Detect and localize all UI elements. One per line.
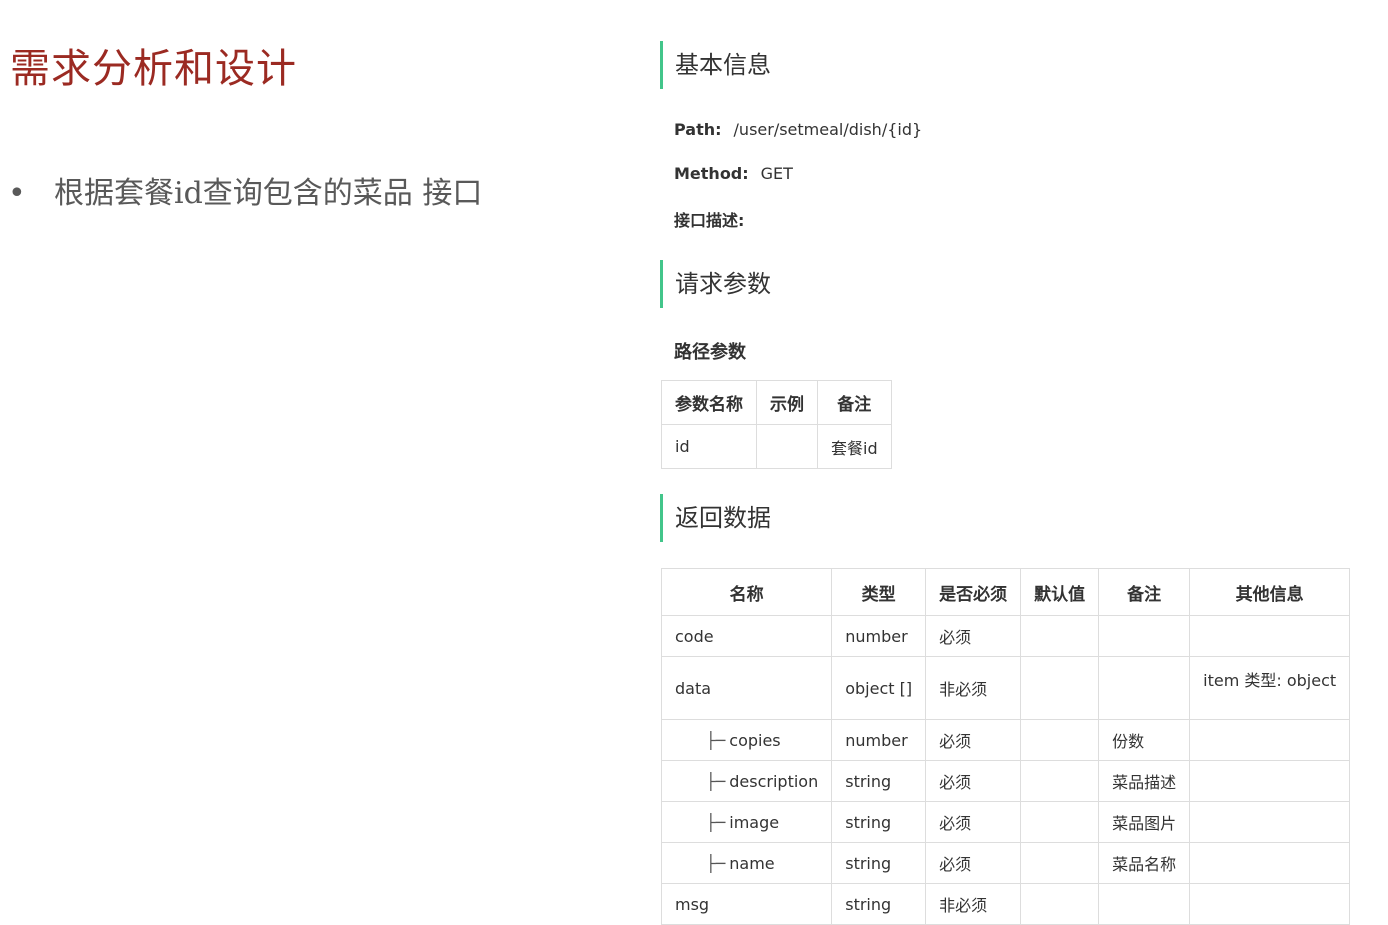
table-cell xyxy=(1098,615,1191,657)
column-header: 示例 xyxy=(756,380,818,425)
table-cell xyxy=(1098,656,1191,720)
table-row: msg string 非必须 xyxy=(660,883,1351,925)
table-cell: id xyxy=(661,424,757,469)
column-header: 备注 xyxy=(817,380,892,425)
table-cell: number xyxy=(831,719,927,761)
table-cell: 非必须 xyxy=(925,883,1022,925)
table-cell: 套餐id xyxy=(817,424,892,469)
table-cell xyxy=(1098,883,1191,925)
table-cell: object [] xyxy=(831,656,927,720)
description-row: 接口描述: xyxy=(674,207,756,231)
description-label: 接口描述: xyxy=(674,211,745,230)
table-row: ├─ copies number 必须 份数 xyxy=(660,719,1351,761)
table-cell: string xyxy=(831,801,927,843)
page-title: 需求分析和设计 xyxy=(10,46,297,92)
table-cell: 必须 xyxy=(925,760,1022,802)
field-name: msg xyxy=(675,894,710,914)
field-name: name xyxy=(729,853,775,873)
field-name: data xyxy=(675,678,712,698)
table-header-row: 名称 类型 是否必须 默认值 备注 其他信息 xyxy=(660,568,1351,616)
table-cell: 菜品图片 xyxy=(1098,801,1191,843)
table-cell xyxy=(1020,656,1100,720)
table-cell: 份数 xyxy=(1098,719,1191,761)
table-cell xyxy=(1189,760,1351,802)
column-header: 名称 xyxy=(660,568,833,616)
bullet-item: • 根据套餐id查询包含的菜品 接口 xyxy=(8,168,482,212)
column-header: 备注 xyxy=(1098,568,1191,616)
table-cell: data xyxy=(660,656,833,720)
table-row: id 套餐id xyxy=(661,424,892,469)
table-cell: item 类型: object xyxy=(1189,656,1351,720)
method-row: Method: GET xyxy=(674,164,793,183)
table-cell: ├─ name xyxy=(660,842,833,884)
table-cell xyxy=(1020,801,1100,843)
table-cell xyxy=(1020,842,1100,884)
response-table: 名称 类型 是否必须 默认值 备注 其他信息 code number 必须 data o… xyxy=(660,568,1351,925)
column-header: 参数名称 xyxy=(661,380,757,425)
table-cell: string xyxy=(831,842,927,884)
table-cell: 必须 xyxy=(925,615,1022,657)
table-cell: ├─ copies xyxy=(660,719,833,761)
field-name: image xyxy=(729,812,780,832)
table-cell xyxy=(756,424,818,469)
table-cell xyxy=(1189,615,1351,657)
table-cell: code xyxy=(660,615,833,657)
tree-branch-icon: ├─ xyxy=(706,771,726,791)
table-cell xyxy=(1020,760,1100,802)
table-cell: string xyxy=(831,760,927,802)
column-header: 是否必须 xyxy=(925,568,1022,616)
table-cell xyxy=(1189,883,1351,925)
table-cell: 必须 xyxy=(925,719,1022,761)
bullet-text: 根据套餐id查询包含的菜品 接口 xyxy=(54,176,483,211)
field-name: description xyxy=(729,771,819,791)
table-cell: 菜品名称 xyxy=(1098,842,1191,884)
table-cell: ├─ description xyxy=(660,760,833,802)
table-cell xyxy=(1189,801,1351,843)
section-response-data: 返回数据 xyxy=(660,494,771,542)
field-name: code xyxy=(675,626,714,646)
column-header: 默认值 xyxy=(1020,568,1100,616)
table-cell: 非必须 xyxy=(925,656,1022,720)
table-cell: 必须 xyxy=(925,801,1022,843)
table-cell xyxy=(1020,615,1100,657)
field-name: copies xyxy=(729,730,781,750)
table-cell xyxy=(1020,719,1100,761)
table-cell xyxy=(1020,883,1100,925)
table-cell: 必须 xyxy=(925,842,1022,884)
section-request-params: 请求参数 xyxy=(660,260,771,308)
table-cell: number xyxy=(831,615,927,657)
table-cell: string xyxy=(831,883,927,925)
method-value: GET xyxy=(760,164,793,183)
table-cell: msg xyxy=(660,883,833,925)
path-params-title: 路径参数 xyxy=(674,342,746,363)
path-label: Path: xyxy=(674,120,722,139)
tree-branch-icon: ├─ xyxy=(706,730,726,750)
table-cell: 菜品描述 xyxy=(1098,760,1191,802)
table-row: ├─ image string 必须 菜品图片 xyxy=(660,801,1351,843)
table-row: ├─ description string 必须 菜品描述 xyxy=(660,760,1351,802)
table-row: code number 必须 xyxy=(660,615,1351,657)
path-value: /user/setmeal/dish/{id} xyxy=(733,120,923,139)
table-cell xyxy=(1189,719,1351,761)
path-params-table: 参数名称 示例 备注 id 套餐id xyxy=(661,380,892,469)
table-cell xyxy=(1189,842,1351,884)
table-row: ├─ name string 必须 菜品名称 xyxy=(660,842,1351,884)
column-header: 其他信息 xyxy=(1189,568,1351,616)
table-row: data object [] 非必须 item 类型: object xyxy=(660,656,1351,720)
column-header: 类型 xyxy=(831,568,927,616)
tree-branch-icon: ├─ xyxy=(706,853,726,873)
section-basic-info: 基本信息 xyxy=(660,41,771,89)
table-cell: ├─ image xyxy=(660,801,833,843)
table-header-row: 参数名称 示例 备注 xyxy=(661,380,892,425)
tree-branch-icon: ├─ xyxy=(706,812,726,832)
path-row: Path: /user/setmeal/dish/{id} xyxy=(674,120,922,139)
method-label: Method: xyxy=(674,164,749,183)
bullet-marker: • xyxy=(8,176,26,211)
